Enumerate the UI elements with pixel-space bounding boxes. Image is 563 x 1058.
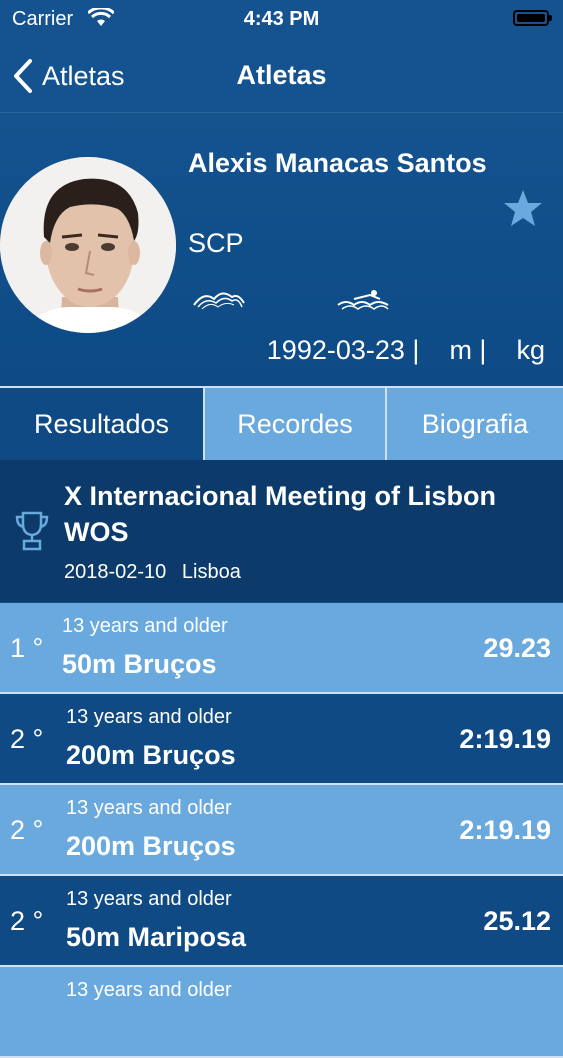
meet-name: X Internacional Meeting of Lisbon WOS — [64, 481, 497, 547]
result-position: 2 ° — [10, 906, 44, 936]
result-time: 29.23 — [483, 633, 551, 663]
result-event: 200m Bruços — [66, 831, 236, 861]
clock: 4:43 PM — [243, 8, 320, 30]
meet-header[interactable]: X Internacional Meeting of Lisbon WOS 20… — [0, 460, 563, 602]
favorite-star-icon[interactable] — [502, 188, 544, 228]
athlete-height: m | — [449, 335, 487, 365]
result-position: 2 ° — [10, 815, 44, 845]
results-list: 1 ° 13 years and older 50m Bruços 29.23 … — [0, 603, 563, 1058]
result-time: 2:19.19 — [459, 815, 551, 845]
result-event: 50m Mariposa — [66, 922, 247, 952]
athlete-name: Alexis Manacas Santos — [188, 148, 487, 178]
athlete-meta: 1992-03-23 | m | kg — [267, 335, 545, 366]
tab-resultados[interactable]: Resultados — [0, 388, 205, 460]
result-position: 1 ° — [10, 633, 44, 663]
meet-info: 2018-02-10 Lisboa — [64, 561, 251, 584]
athlete-avatar — [0, 157, 176, 333]
segment-tabs: Resultados Recordes Biografia — [0, 386, 563, 460]
athlete-profile: Alexis Manacas Santos SCP 1992-03-23 | m… — [0, 113, 563, 386]
result-position: 2 ° — [10, 724, 44, 754]
trophy-icon — [15, 511, 49, 551]
navigation-bar: Atletas Atletas — [0, 40, 563, 113]
result-row[interactable]: 13 years and older — [0, 967, 563, 1058]
result-category: 13 years and older — [66, 706, 232, 728]
result-event: 50m Bruços — [62, 649, 217, 679]
result-category: 13 years and older — [66, 888, 232, 910]
result-category: 13 years and older — [62, 615, 228, 637]
result-time: 25.12 — [483, 906, 551, 936]
tab-recordes[interactable]: Recordes — [205, 388, 387, 460]
result-category: 13 years and older — [66, 797, 232, 819]
result-row[interactable]: 1 ° 13 years and older 50m Bruços 29.23 — [0, 603, 563, 694]
meet-location: Lisboa — [181, 561, 241, 583]
result-event: 200m Bruços — [66, 740, 236, 770]
athlete-club: SCP — [188, 228, 244, 258]
tab-biografia[interactable]: Biografia — [387, 388, 563, 460]
battery-icon — [513, 10, 552, 26]
status-bar: Carrier 4:43 PM — [0, 0, 563, 40]
result-row[interactable]: 2 ° 13 years and older 200m Bruços 2:19.… — [0, 694, 563, 785]
result-time: 2:19.19 — [459, 724, 551, 754]
athlete-birthdate: 1992-03-23 | — [266, 335, 420, 365]
athlete-weight: kg — [516, 335, 545, 365]
result-row[interactable]: 2 ° 13 years and older 200m Bruços 2:19.… — [0, 785, 563, 876]
swimmer-icon — [337, 290, 389, 310]
result-row[interactable]: 2 ° 13 years and older 50m Mariposa 25.1… — [0, 876, 563, 967]
swimming-wave-icon — [193, 292, 245, 310]
page-title: Atletas — [236, 60, 327, 90]
result-category: 13 years and older — [66, 979, 232, 1001]
meet-date: 2018-02-10 — [64, 561, 167, 583]
